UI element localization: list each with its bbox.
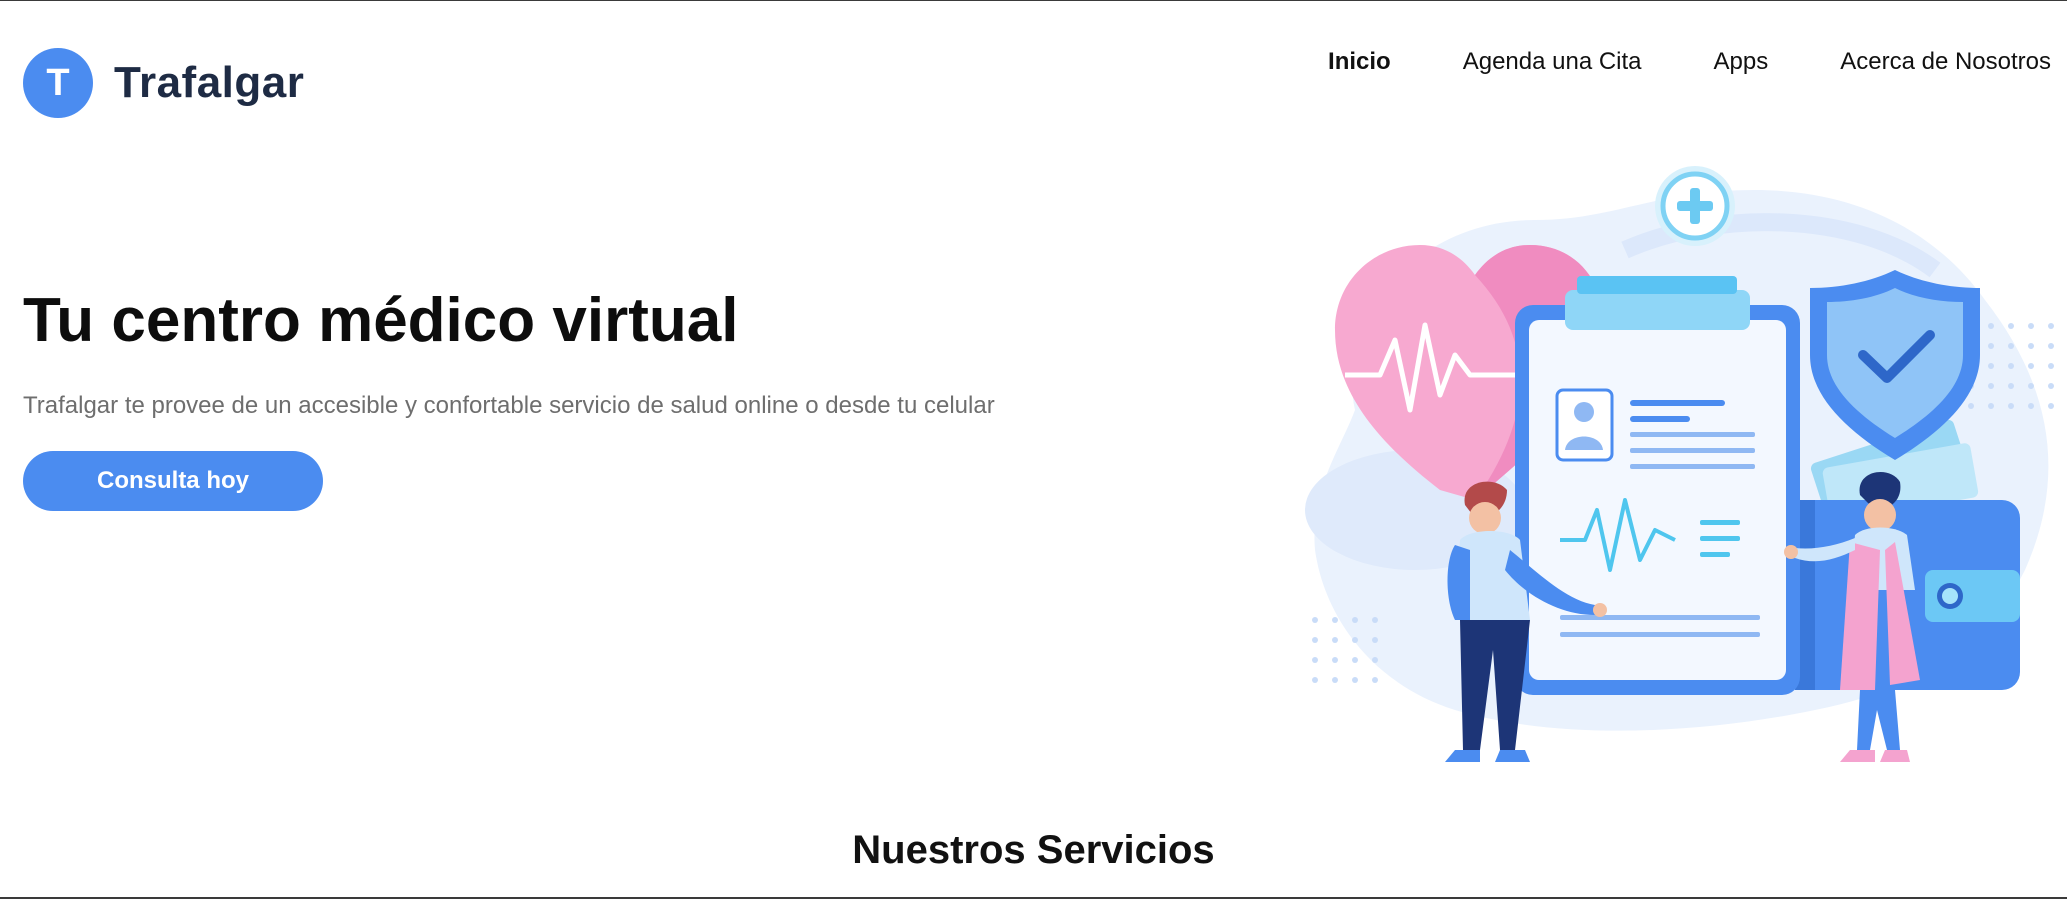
- consulta-hoy-button[interactable]: Consulta hoy: [23, 451, 323, 511]
- nav-item-acerca[interactable]: Acerca de Nosotros: [1840, 48, 2051, 76]
- nav-item-agenda-cita[interactable]: Agenda una Cita: [1463, 48, 1642, 76]
- logo-badge-icon: T: [23, 48, 93, 118]
- clipboard-icon: [1515, 276, 1800, 695]
- nav-item-inicio[interactable]: Inicio: [1328, 48, 1391, 76]
- services-section-title: Nuestros Servicios: [852, 828, 1215, 872]
- medical-illustration: [1305, 166, 2054, 762]
- brand-name: Trafalgar: [114, 58, 305, 107]
- top-border: [0, 0, 2067, 1]
- plus-circle-icon: [1655, 166, 1735, 246]
- hero-subtitle: Trafalgar te provee de un accesible y co…: [23, 392, 995, 419]
- main-nav: Inicio Agenda una Cita Apps Acerca de No…: [1328, 42, 2051, 82]
- nav-item-apps[interactable]: Apps: [1714, 48, 1769, 76]
- hero-title: Tu centro médico virtual: [23, 286, 739, 355]
- logo[interactable]: T Trafalgar: [23, 47, 304, 119]
